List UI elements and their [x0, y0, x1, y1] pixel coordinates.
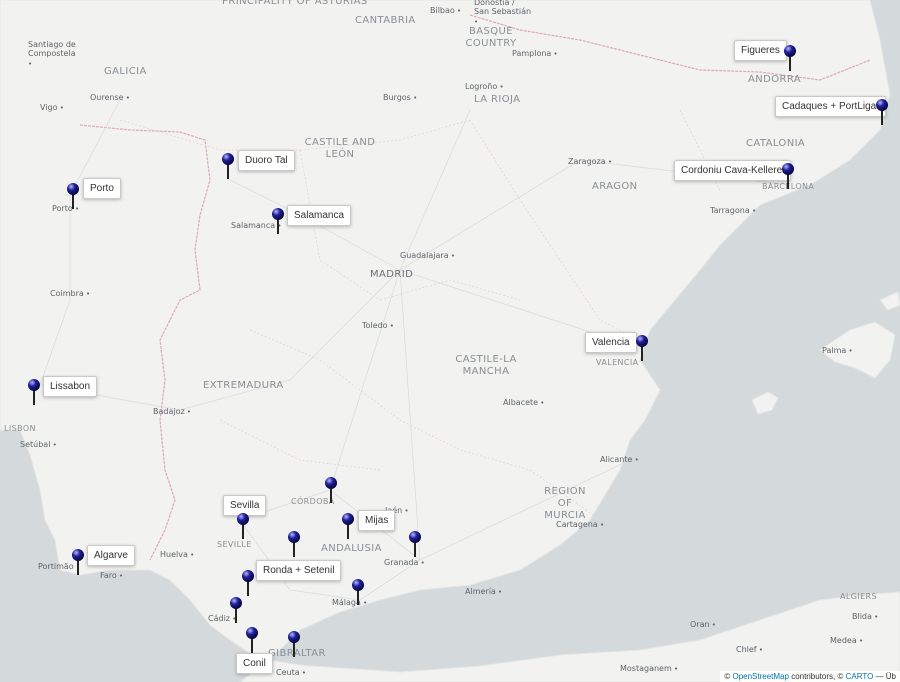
city-label: Oran: [690, 620, 716, 629]
city-label: Ourense: [90, 93, 130, 102]
map-pin-icon[interactable]: [875, 98, 893, 126]
city-label: Cartagena: [556, 520, 604, 529]
city-label: Albacete: [503, 398, 544, 407]
city-label: Alicante: [600, 455, 639, 464]
marker-label-cadaques[interactable]: Cadaques + PortLigat: [775, 96, 887, 117]
city-label: Huelva: [160, 550, 194, 559]
marker-label-conil[interactable]: Conil: [236, 653, 273, 674]
marker-label-valencia[interactable]: Valencia: [585, 332, 637, 353]
map-pin-icon[interactable]: [241, 569, 259, 597]
marker-label-algarve[interactable]: Algarve: [87, 545, 135, 566]
region-label: SEVILLE: [217, 540, 252, 549]
map-pin-icon[interactable]: [635, 334, 653, 362]
map-canvas[interactable]: PRINCIPALITY OF ASTURIAS CANTABRIA BASQU…: [0, 0, 900, 682]
marker-label-mijas[interactable]: Mijas: [358, 510, 396, 531]
region-label: LA RIOJA: [474, 94, 521, 105]
map-pin-icon[interactable]: [229, 596, 247, 624]
region-label: ALGIERS: [840, 592, 877, 601]
region-label: ARAGON: [592, 181, 638, 192]
city-label: Burgos: [383, 93, 417, 102]
region-label: CASTILE-LA MANCHA: [455, 354, 517, 377]
map-pin-icon[interactable]: [341, 512, 359, 540]
map-pin-icon[interactable]: [783, 44, 801, 72]
city-label: Almería: [465, 587, 502, 596]
region-label: MADRID: [370, 269, 414, 280]
marker-label-salamanca[interactable]: Salamanca: [287, 205, 352, 226]
map-pin-icon[interactable]: [27, 378, 45, 406]
map-pin-icon[interactable]: [287, 630, 305, 658]
city-label: Chlef: [736, 645, 763, 654]
marker-label-cordoniu[interactable]: Cordoniu Cava-Kellerei: [674, 160, 792, 181]
city-label: Blida: [852, 612, 878, 621]
map-pin-icon[interactable]: [271, 207, 289, 235]
map-pin-icon[interactable]: [324, 476, 342, 504]
city-label: Faro: [100, 571, 123, 580]
marker-label-porto[interactable]: Porto: [83, 178, 121, 199]
region-label: CATALONIA: [746, 138, 806, 149]
city-label: Granada: [384, 558, 425, 567]
map-pin-icon[interactable]: [408, 530, 426, 558]
marker-label-duoro[interactable]: Duoro Tal: [238, 150, 295, 171]
map-pin-icon[interactable]: [245, 626, 263, 654]
map-pin-icon[interactable]: [71, 548, 89, 576]
map-pin-icon[interactable]: [351, 578, 369, 606]
map-pin-icon[interactable]: [221, 152, 239, 180]
region-label: GALICIA: [104, 66, 147, 77]
osm-link[interactable]: OpenStreetMap: [732, 672, 788, 681]
region-label: ANDALUSIA: [321, 543, 382, 554]
marker-label-lissabon[interactable]: Lissabon: [43, 376, 98, 397]
map-pin-icon[interactable]: [287, 530, 305, 558]
city-label: Badajoz: [153, 407, 191, 416]
region-label: PRINCIPALITY OF ASTURIAS: [222, 0, 368, 7]
city-label: Tarragona: [710, 206, 756, 215]
marker-label-figueres[interactable]: Figueres: [734, 40, 787, 61]
city-label: Palma: [822, 346, 853, 355]
region-label: VALENCIA: [596, 358, 639, 367]
region-label: REGION OF MURCIA: [544, 486, 586, 521]
city-label: Coimbra: [50, 289, 90, 298]
region-label: CASTILE AND LEÓN: [304, 137, 376, 160]
region-label: ANDORRA: [748, 74, 802, 85]
city-label: Logroño: [465, 82, 504, 91]
map-pin-icon[interactable]: [781, 162, 799, 190]
region-label: LISBON: [4, 424, 36, 433]
city-label: Guadalajara: [400, 251, 455, 260]
city-label: Toledo: [362, 321, 394, 330]
marker-label-ronda[interactable]: Ronda + Setenil: [256, 560, 342, 581]
city-label: Pamplona: [512, 49, 558, 58]
carto-link[interactable]: CARTO: [846, 672, 874, 681]
map-attribution: © OpenStreetMap contributors, © CARTO — …: [720, 671, 900, 682]
city-label: Mostaganem: [620, 664, 678, 673]
city-label: Medea: [830, 636, 863, 645]
map-pin-icon[interactable]: [66, 182, 84, 210]
city-label: Setúbal: [20, 440, 57, 449]
land-menorca: [879, 291, 900, 311]
map-pin-icon[interactable]: [236, 512, 254, 540]
city-label: Zaragoza: [568, 157, 612, 166]
land-ibiza: [751, 391, 779, 415]
basemap: [0, 0, 900, 682]
region-label: BASQUE COUNTRY: [465, 26, 517, 49]
city-label: Bilbao: [430, 6, 461, 15]
city-label: Vigo: [40, 103, 64, 112]
city-label: Ceuta: [276, 668, 306, 677]
city-label: Donostia / San Sebastián: [474, 0, 532, 27]
city-label: Santiago de Compostela: [28, 40, 80, 69]
region-label: CANTABRIA: [355, 15, 416, 26]
region-label: EXTREMADURA: [203, 380, 284, 391]
